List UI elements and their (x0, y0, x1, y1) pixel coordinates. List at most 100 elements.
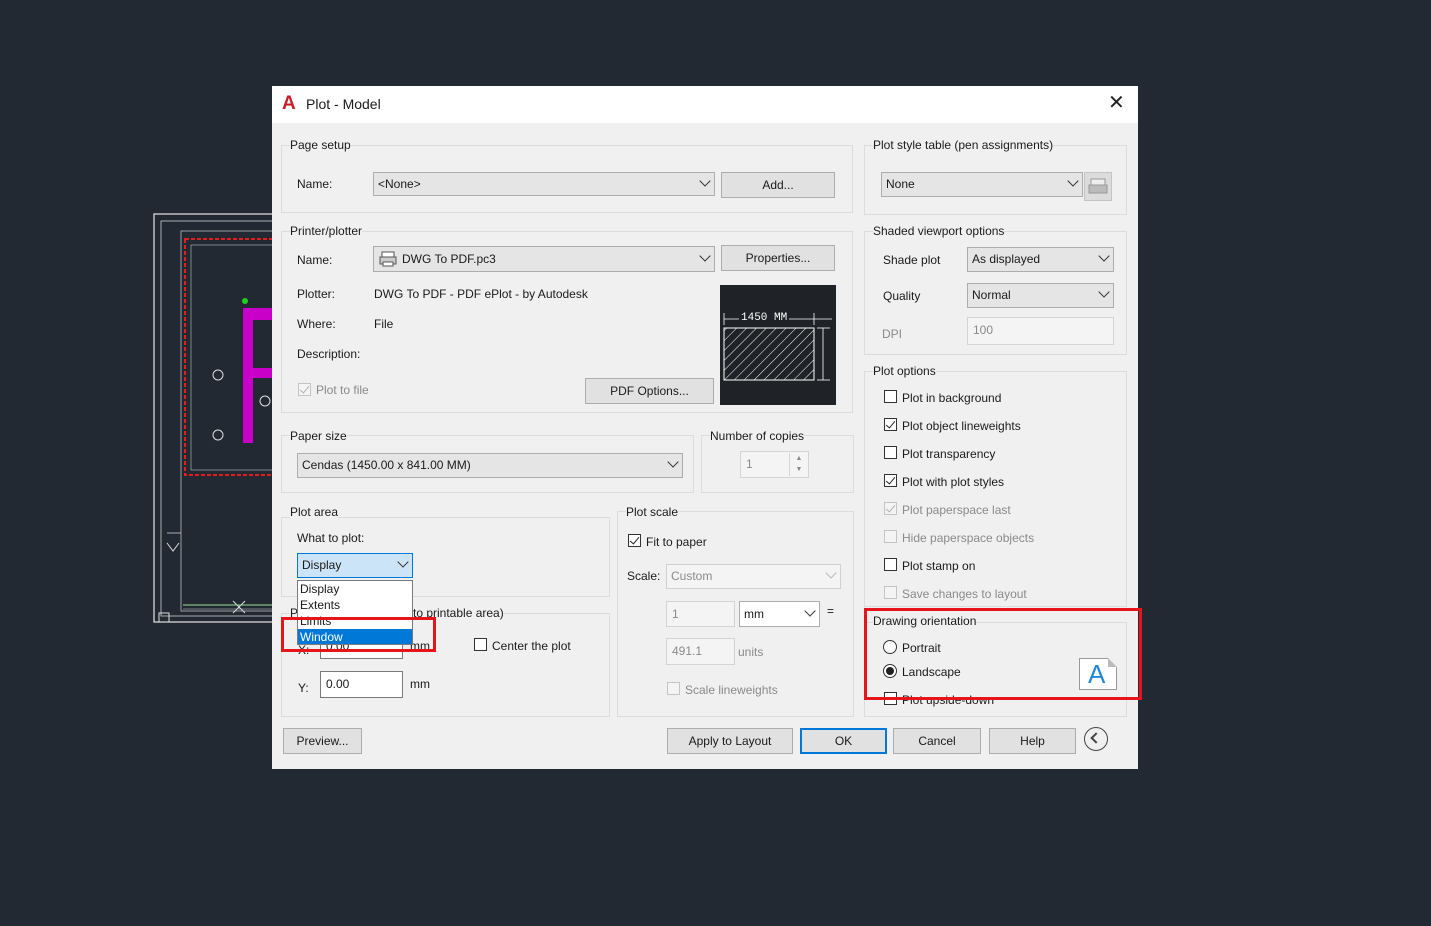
window-highlight-box (281, 617, 436, 652)
scale-unit-value: mm (744, 607, 764, 621)
chevron-down-icon (397, 556, 409, 568)
chevron-left-icon (1090, 732, 1102, 744)
scale-combo[interactable]: Custom (666, 564, 841, 589)
dpi-field[interactable]: 100 (967, 317, 1114, 345)
paper-size-combo[interactable]: Cendas (1450.00 x 841.00 MM) (297, 453, 683, 478)
scale-label: Scale: (627, 569, 661, 583)
dialog-title: Plot - Model (306, 96, 381, 112)
plotter-value: DWG To PDF - PDF ePlot - by Autodesk (374, 287, 588, 301)
add-button[interactable]: Add... (721, 172, 835, 198)
plot-style-edit-icon (1088, 178, 1108, 194)
plot-option-checkbox-5[interactable] (884, 530, 897, 543)
plot-option-checkbox-4[interactable] (884, 502, 897, 515)
quality-combo[interactable]: Normal (967, 283, 1114, 308)
offset-y-field[interactable]: 0.00 (320, 671, 403, 698)
edit-plot-style-button[interactable] (1084, 172, 1112, 201)
spin-up-icon[interactable]: ▲ (789, 453, 808, 464)
scale-equals: = (827, 604, 835, 618)
chevron-down-icon (699, 175, 711, 187)
printer-name-label: Name: (297, 253, 333, 267)
shade-plot-value: As displayed (972, 252, 1041, 266)
plot-option-label-0: Plot in background (902, 391, 1002, 405)
units-label: units (738, 645, 764, 659)
where-label: Where: (297, 317, 336, 331)
printer-name-combo[interactable]: DWG To PDF.pc3 (373, 246, 715, 272)
ok-button[interactable]: OK (800, 728, 887, 754)
scale-numerator-value: 1 (672, 607, 679, 621)
scale-numerator-field[interactable]: 1 (666, 601, 735, 627)
scale-unit-combo[interactable]: mm (739, 601, 820, 627)
plot-option-checkbox-7[interactable] (884, 586, 897, 599)
plot-option-label-3: Plot with plot styles (902, 475, 1005, 489)
plotter-label: Plotter: (297, 287, 336, 301)
plot-option-label-2: Plot transparency (902, 447, 996, 461)
offset-y-unit: mm (410, 677, 430, 691)
scale-denominator-field[interactable]: 491.1 (666, 638, 735, 665)
chevron-down-icon (1098, 250, 1110, 262)
plot-option-label-5: Hide paperspace objects (902, 531, 1035, 545)
preview-button[interactable]: Preview... (283, 728, 362, 754)
properties-button[interactable]: Properties... (721, 245, 835, 271)
chevron-down-icon (1067, 175, 1079, 187)
help-button[interactable]: Help (989, 728, 1076, 754)
chevron-down-icon (667, 456, 679, 468)
spin-down-icon[interactable]: ▼ (789, 464, 808, 476)
autocad-logo-icon: A (282, 93, 296, 114)
plot-option-label-7: Save changes to layout (902, 587, 1027, 601)
plot-style-combo[interactable]: None (881, 172, 1083, 197)
description-label: Description: (297, 347, 361, 361)
title-bar[interactable]: A Plot - Model ✕ (272, 86, 1138, 123)
close-icon[interactable]: ✕ (1108, 93, 1125, 113)
shade-plot-combo[interactable]: As displayed (967, 247, 1114, 272)
offset-y-value: 0.00 (326, 677, 350, 691)
chevron-down-icon (804, 605, 816, 617)
copies-value: 1 (746, 457, 753, 471)
plot-to-file-checkbox[interactable] (298, 383, 311, 396)
fit-to-paper-label: Fit to paper (646, 535, 707, 549)
plot-dialog: A Plot - Model ✕ Page setup Name: <None>… (272, 86, 1142, 769)
paper-preview-graphic (723, 313, 832, 381)
paper-size-value: Cendas (1450.00 x 841.00 MM) (302, 458, 471, 472)
collapse-options-button[interactable] (1084, 727, 1108, 751)
page-setup-name-combo[interactable]: <None> (373, 172, 715, 196)
what-to-plot-combo[interactable]: Display (297, 553, 413, 578)
page-setup-title: Page setup (290, 138, 351, 152)
dpi-value: 100 (973, 323, 994, 337)
plot-option-checkbox-1[interactable] (884, 418, 897, 431)
shade-plot-label: Shade plot (883, 253, 941, 267)
cancel-button[interactable]: Cancel (893, 728, 981, 754)
plot-option-checkbox-6[interactable] (884, 558, 897, 571)
plot-option-checkbox-3[interactable] (884, 474, 897, 487)
plot-area-title: Plot area (290, 505, 339, 519)
orientation-highlight-box (864, 608, 1142, 700)
plot-option-label-4: Plot paperspace last (902, 503, 1011, 517)
fit-to-paper-checkbox[interactable] (628, 534, 641, 547)
quality-label: Quality (883, 289, 921, 303)
plot-scale-title: Plot scale (626, 505, 679, 519)
copies-field[interactable]: 1 ▲ ▼ (740, 451, 809, 478)
plot-option-label-6: Plot stamp on (902, 559, 976, 573)
page-setup-name-value: <None> (378, 177, 421, 191)
page-setup-name-label: Name: (297, 177, 333, 191)
dropdown-option-extents[interactable]: Extents (300, 598, 340, 612)
plot-option-checkbox-2[interactable] (884, 446, 897, 459)
pdf-options-button[interactable]: PDF Options... (585, 378, 714, 404)
apply-to-layout-button[interactable]: Apply to Layout (667, 728, 793, 754)
scale-value: Custom (671, 569, 713, 583)
plot-option-checkbox-0[interactable] (884, 390, 897, 403)
chevron-down-icon (1098, 286, 1110, 298)
printer-title: Printer/plotter (290, 224, 363, 238)
where-value: File (374, 317, 394, 331)
printer-icon (379, 251, 397, 267)
center-plot-checkbox[interactable] (474, 638, 487, 651)
offset-y-label: Y: (298, 681, 309, 695)
scale-denominator-value: 491.1 (672, 644, 703, 658)
scale-lineweights-checkbox[interactable] (667, 682, 680, 695)
cad-drawing-background (153, 213, 278, 623)
what-to-plot-label: What to plot: (297, 531, 365, 545)
plot-option-label-1: Plot object lineweights (902, 419, 1021, 433)
paper-size-title: Paper size (290, 429, 347, 443)
center-plot-label: Center the plot (492, 639, 571, 653)
chevron-down-icon (825, 567, 837, 579)
dropdown-option-display[interactable]: Display (300, 582, 339, 596)
